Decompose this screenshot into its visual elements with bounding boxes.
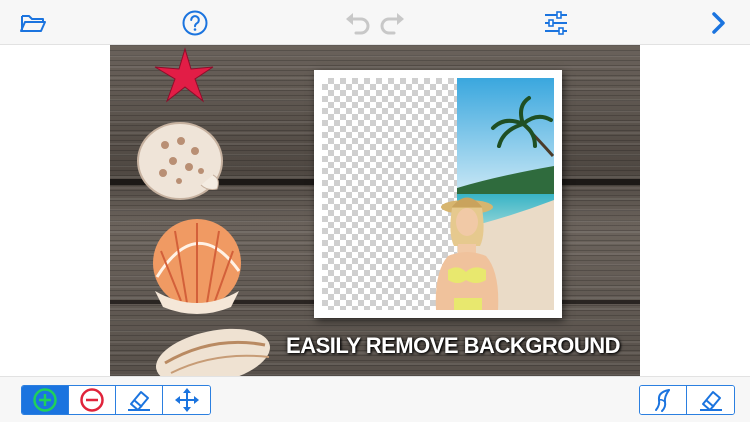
folder-icon[interactable]: [18, 8, 48, 38]
magic-brush-icon: [655, 389, 670, 412]
add-tool-button[interactable]: [22, 386, 69, 414]
eraser-tool-right-button[interactable]: [687, 386, 734, 414]
top-toolbar: [0, 0, 750, 45]
editor-canvas[interactable]: EASILY REMOVE BACKGROUND: [110, 45, 640, 376]
chevron-right-icon[interactable]: [703, 8, 733, 38]
right-tool-group: [639, 385, 735, 415]
eraser-tool-button[interactable]: [116, 386, 163, 414]
woman-cutout: [435, 197, 499, 310]
help-icon[interactable]: [180, 8, 210, 38]
bottom-toolbar: [0, 376, 750, 422]
undo-icon[interactable]: [343, 8, 373, 38]
minus-circle-icon: [80, 388, 104, 412]
eraser-icon: [699, 391, 722, 411]
seashells-decoration: [137, 47, 270, 376]
photo-preview[interactable]: [322, 78, 554, 310]
move-arrows-icon: [174, 388, 199, 412]
eraser-icon: [128, 391, 150, 411]
magic-tool-button[interactable]: [640, 386, 687, 414]
sliders-icon[interactable]: [541, 8, 571, 38]
remove-tool-button[interactable]: [69, 386, 116, 414]
photo-frame: [314, 70, 562, 318]
redo-icon[interactable]: [377, 8, 407, 38]
plus-circle-icon: [33, 388, 57, 412]
move-tool-button[interactable]: [163, 386, 210, 414]
promo-caption: EASILY REMOVE BACKGROUND: [286, 333, 620, 358]
left-tool-group: [21, 385, 211, 415]
